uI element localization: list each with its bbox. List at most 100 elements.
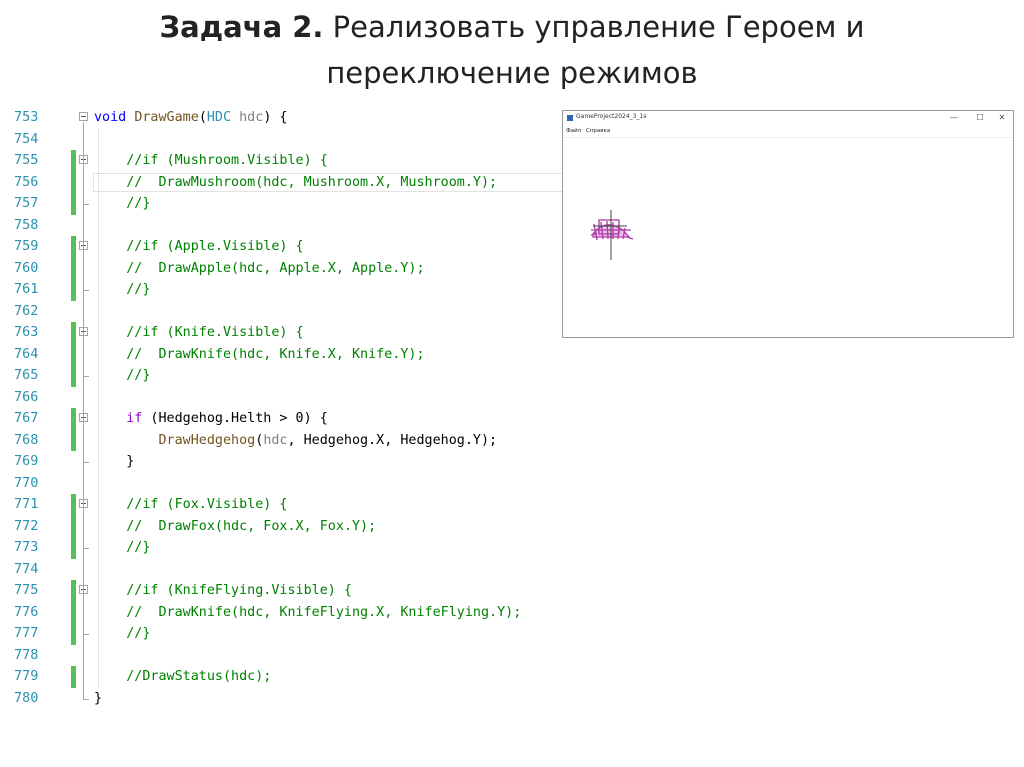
line-number: 755 — [14, 152, 39, 168]
code-token: // DrawKnife(hdc, KnifeFlying.X, KnifeFl… — [126, 604, 522, 620]
line-number: 756 — [14, 173, 39, 190]
code-line[interactable]: 762 — [0, 301, 620, 323]
code-line[interactable]: 767 if (Hedgehog.Helth > 0) { — [0, 408, 620, 430]
line-number: 775 — [14, 582, 39, 598]
change-indicator — [71, 494, 76, 516]
change-indicator — [71, 515, 76, 537]
fold-guide — [83, 165, 84, 204]
code-line[interactable]: 757 //} — [0, 193, 620, 215]
fold-guide-end — [83, 290, 89, 291]
code-token: //} — [126, 540, 151, 555]
code-text: void DrawGame(HDC hdc) { — [94, 107, 288, 129]
code-line[interactable]: 755 //if (Mushroom.Visible) { — [0, 150, 620, 172]
code-token: // DrawApple(hdc, Apple.X, Apple.Y); — [126, 260, 425, 276]
code-text: //if (Fox.Visible) { — [94, 494, 288, 516]
line-number: 774 — [14, 560, 39, 577]
menu-item-file[interactable]: Файл — [566, 128, 581, 134]
app-window[interactable]: GameProject2024_3_1s — ☐ ✕ Файл Справка — [562, 110, 1014, 338]
code-token: HDC — [206, 110, 232, 125]
hedgehog-sprite — [590, 210, 634, 260]
slide-title: Задача 2. Реализовать управление Героем … — [0, 4, 1024, 96]
code-token: //} — [126, 368, 151, 383]
fold-guide — [83, 423, 84, 462]
code-token: } — [94, 454, 135, 469]
code-text: DrawHedgehog(hdc, Hedgehog.X, Hedgehog.Y… — [94, 430, 498, 452]
code-line[interactable]: 753 void DrawGame(HDC hdc) { — [0, 107, 620, 129]
code-line[interactable]: 761 //} — [0, 279, 620, 301]
code-line[interactable]: 770 — [0, 473, 620, 495]
code-line[interactable]: 766 — [0, 387, 620, 409]
game-canvas[interactable] — [563, 138, 1013, 337]
title-bold: Задача 2. — [159, 10, 324, 44]
code-line[interactable]: 769 } — [0, 451, 620, 473]
fold-guide-end — [83, 634, 89, 635]
line-number: 772 — [14, 517, 39, 534]
code-line[interactable]: 778 — [0, 645, 620, 667]
code-token: //if (KnifeFlying.Visible) { — [126, 583, 352, 598]
code-token: //} — [126, 196, 151, 211]
code-token: //DrawStatus(hdc); — [126, 669, 272, 684]
code-text: //if (Mushroom.Visible) { — [94, 150, 328, 172]
line-number: 771 — [14, 496, 39, 512]
code-token: //if (Apple.Visible) { — [126, 239, 304, 254]
fold-minus-icon[interactable] — [79, 112, 88, 121]
minimize-icon[interactable]: — — [947, 112, 961, 124]
line-number: 776 — [14, 603, 39, 620]
code-line[interactable]: 772 // DrawFox(hdc, Fox.X, Fox.Y); — [0, 515, 620, 537]
code-token: hdc — [263, 432, 288, 448]
code-line[interactable]: 773 //} — [0, 537, 620, 559]
code-line[interactable]: 754 — [0, 129, 620, 151]
code-editor[interactable]: 753 void DrawGame(HDC hdc) {754 755 //if (… — [0, 107, 620, 719]
code-line[interactable]: 774 — [0, 559, 620, 581]
line-number: 762 — [14, 302, 39, 319]
code-token: (Hedgehog.Helth > 0) { — [142, 411, 328, 426]
change-indicator — [71, 322, 76, 344]
maximize-icon[interactable]: ☐ — [973, 112, 987, 124]
change-indicator — [71, 580, 76, 602]
code-line[interactable]: 776 // DrawKnife(hdc, KnifeFlying.X, Kni… — [0, 601, 620, 624]
change-indicator — [71, 408, 76, 430]
fold-guide-end — [83, 548, 89, 549]
code-token: ( — [198, 110, 207, 125]
fold-guide-end — [83, 376, 89, 377]
line-number: 759 — [14, 238, 39, 254]
code-text: } — [94, 451, 134, 473]
code-line[interactable]: 768 DrawHedgehog(hdc, Hedgehog.X, Hedgeh… — [0, 429, 620, 452]
code-token: //if (Fox.Visible) { — [126, 497, 288, 512]
code-text: //} — [94, 279, 150, 301]
line-number: 760 — [14, 259, 39, 276]
code-token: //if (Knife.Visible) { — [126, 325, 304, 340]
close-icon[interactable]: ✕ — [995, 112, 1009, 124]
code-line[interactable]: 763 //if (Knife.Visible) { — [0, 322, 620, 344]
code-text: // DrawMushroom(hdc, Mushroom.X, Mushroo… — [94, 172, 497, 194]
code-line[interactable]: 777 //} — [0, 623, 620, 645]
code-line[interactable]: 759 //if (Apple.Visible) { — [0, 236, 620, 258]
code-token: // DrawKnife(hdc, Knife.X, Knife.Y); — [126, 346, 425, 362]
code-text: // DrawKnife(hdc, KnifeFlying.X, KnifeFl… — [94, 602, 521, 624]
menu-item-help[interactable]: Справка — [586, 128, 610, 134]
line-number: 769 — [14, 453, 39, 469]
change-indicator — [71, 193, 76, 215]
app-titlebar[interactable]: GameProject2024_3_1s — ☐ ✕ — [563, 111, 1013, 126]
code-line[interactable]: 779 //DrawStatus(hdc); — [0, 666, 620, 688]
change-indicator — [71, 279, 76, 301]
code-line[interactable]: 780} — [0, 688, 620, 710]
code-text: // DrawApple(hdc, Apple.X, Apple.Y); — [94, 258, 425, 280]
code-token: //if (Mushroom.Visible) { — [126, 153, 328, 168]
code-line[interactable]: 775 //if (KnifeFlying.Visible) { — [0, 580, 620, 602]
code-line[interactable]: 771 //if (Fox.Visible) { — [0, 494, 620, 516]
change-indicator — [71, 171, 76, 193]
fold-guide — [83, 509, 84, 548]
line-number: 761 — [14, 281, 39, 297]
code-text: //if (Knife.Visible) { — [94, 322, 304, 344]
change-indicator — [71, 601, 76, 623]
hedgehog-icon — [590, 219, 634, 241]
code-text: //} — [94, 537, 150, 559]
code-line[interactable]: 756 // DrawMushroom(hdc, Mushroom.X, Mus… — [0, 171, 620, 194]
code-line[interactable]: 764 // DrawKnife(hdc, Knife.X, Knife.Y); — [0, 343, 620, 365]
code-line[interactable]: 765 //} — [0, 365, 620, 387]
code-line[interactable]: 758 — [0, 215, 620, 237]
line-number: 764 — [14, 345, 39, 362]
code-line[interactable]: 760 // DrawApple(hdc, Apple.X, Apple.Y); — [0, 257, 620, 280]
change-indicator — [71, 257, 76, 279]
